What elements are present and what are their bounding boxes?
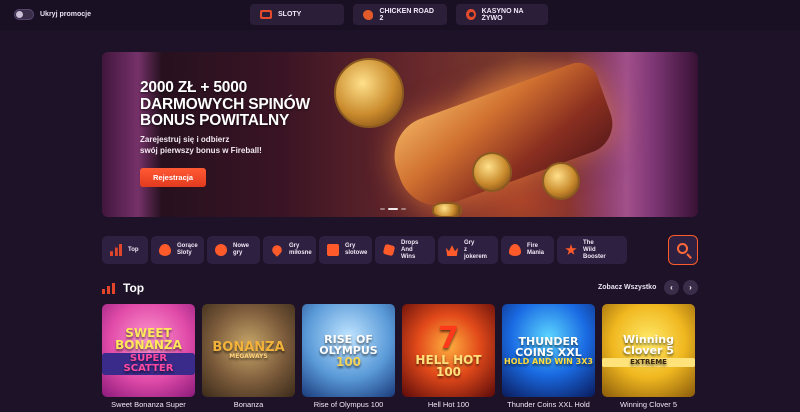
game-logo-art: BONANZA MEGAWAYS	[212, 340, 285, 360]
hero-title-line: 2000 ZŁ + 5000	[140, 79, 248, 96]
game-card[interactable]: 7 HELL HOT 100 Hell Hot 100	[402, 304, 495, 409]
hide-promotions-toggle[interactable]	[14, 9, 34, 20]
game-title[interactable]: Bonanza	[202, 400, 295, 409]
carousel-dot[interactable]	[401, 208, 406, 210]
search-icon	[677, 243, 688, 254]
crown-icon	[446, 245, 458, 256]
game-thumbnail[interactable]: 7 HELL HOT 100	[402, 304, 495, 397]
game-logo-art: SWEET BONANZA SUPER SCATTER	[102, 327, 195, 375]
carousel-prev-button[interactable]: ‹	[664, 280, 679, 295]
game-title[interactable]: Winning Clover 5	[602, 400, 695, 409]
hero-title-line: DARMOWYCH SPINÓW	[140, 95, 310, 113]
tab-slots[interactable]: SLOTY	[250, 4, 344, 25]
hero-title-line: BONUS POWITALNY	[140, 112, 290, 129]
game-logo-art: Winning Clover 5 EXTREME	[602, 334, 695, 367]
game-thumbnail[interactable]: BONANZA MEGAWAYS	[202, 304, 295, 397]
hero-text-block: 2000 ZŁ + 5000 DARMOWYCH SPINÓW BONUS PO…	[140, 79, 310, 187]
tab-chicken-road[interactable]: CHICKEN ROAD 2	[353, 4, 447, 25]
category-hot-slots[interactable]: Gorące Sloty	[151, 236, 204, 264]
category-wild-booster[interactable]: The Wild Booster	[557, 236, 627, 264]
hide-promotions-toggle-group[interactable]: Ukryj promocje	[14, 9, 91, 20]
hide-promotions-label: Ukryj promocje	[40, 11, 91, 18]
category-label: Top	[128, 246, 139, 253]
new-icon	[215, 244, 227, 256]
category-slot-games[interactable]: Gry slotowe	[319, 236, 372, 264]
hero-subtitle-line: swój pierwszy bonus w Fireball!	[140, 145, 262, 155]
category-label: Gry miłosne	[289, 243, 312, 256]
register-button[interactable]: Rejestracja	[140, 167, 206, 187]
coin-illustration	[542, 162, 580, 200]
game-thumbnail[interactable]: THUNDER COINS XXL HOLD AND WIN 3X3	[502, 304, 595, 397]
live-casino-icon	[466, 9, 476, 20]
game-card[interactable]: Winning Clover 5 EXTREME Winning Clover 5	[602, 304, 695, 409]
game-card[interactable]: SWEET BONANZA SUPER SCATTER Sweet Bonanza…	[102, 304, 195, 409]
game-title[interactable]: Thunder Coins XXL Hold	[502, 400, 595, 409]
top-section-header: Top	[102, 281, 144, 295]
section-title: Top	[123, 281, 145, 295]
category-top[interactable]: Top	[102, 236, 148, 264]
coin-illustration	[334, 58, 404, 128]
hero-title: 2000 ZŁ + 5000 DARMOWYCH SPINÓW BONUS PO…	[140, 79, 310, 130]
game-thumbnail[interactable]: SWEET BONANZA SUPER SCATTER	[102, 304, 195, 397]
game-title[interactable]: Sweet Bonanza Super	[102, 400, 195, 409]
search-button[interactable]	[668, 235, 698, 265]
chart-bars-icon	[110, 244, 122, 256]
game-card[interactable]: THUNDER COINS XXL HOLD AND WIN 3X3 Thunde…	[502, 304, 595, 409]
coin-illustration	[472, 152, 512, 192]
heart-icon	[270, 243, 284, 257]
fire-icon	[509, 244, 521, 256]
game-title[interactable]: Rise of Olympus 100	[302, 400, 395, 409]
slot-icon	[327, 244, 339, 256]
game-card[interactable]: RISE OF OLYMPUS 100 Rise of Olympus 100	[302, 304, 395, 409]
game-title[interactable]: Hell Hot 100	[402, 400, 495, 409]
carousel-dot[interactable]	[380, 208, 385, 210]
category-label: Drops And Wins	[401, 239, 419, 260]
tab-live-casino[interactable]: KASYNO NA ŻYWO	[456, 4, 548, 25]
category-label: Gry z jokerem	[464, 239, 488, 260]
carousel-next-button[interactable]: ›	[683, 280, 698, 295]
flame-icon	[159, 244, 171, 256]
category-new-games[interactable]: Nowe gry	[207, 236, 260, 264]
games-row: SWEET BONANZA SUPER SCATTER Sweet Bonanza…	[102, 304, 695, 409]
category-label: Fire Mania	[527, 243, 545, 256]
search-icon-handle	[686, 253, 692, 259]
carousel-dot-active[interactable]	[388, 208, 398, 210]
category-love-games[interactable]: Gry miłosne	[263, 236, 316, 264]
tab-live-casino-label: KASYNO NA ŻYWO	[481, 7, 524, 22]
coin-illustration	[432, 202, 462, 217]
game-thumbnail[interactable]: Winning Clover 5 EXTREME	[602, 304, 695, 397]
category-label: The Wild Booster	[583, 239, 606, 260]
category-label: Nowe gry	[233, 243, 250, 256]
chart-bars-icon	[102, 282, 116, 294]
hero-subtitle-line: Zarejestruj się i odbierz	[140, 134, 230, 144]
category-label: Gorące Sloty	[177, 243, 198, 256]
chicken-icon	[363, 9, 374, 20]
game-thumbnail[interactable]: RISE OF OLYMPUS 100	[302, 304, 395, 397]
category-drops-and-wins[interactable]: Drops And Wins	[375, 236, 435, 264]
game-card[interactable]: BONANZA MEGAWAYS Bonanza	[202, 304, 295, 409]
hero-banner[interactable]: 2000 ZŁ + 5000 DARMOWYCH SPINÓW BONUS PO…	[102, 52, 698, 217]
tab-chicken-road-label: CHICKEN ROAD 2	[379, 7, 434, 22]
star-icon	[565, 244, 577, 255]
game-logo-art: THUNDER COINS XXL HOLD AND WIN 3X3	[504, 334, 593, 366]
category-bar: Top Gorące Sloty Nowe gry Gry miłosne Gry sl…	[102, 236, 627, 264]
dice-icon	[382, 243, 396, 257]
tab-slots-label: SLOTY	[278, 11, 302, 18]
hero-subtitle: Zarejestruj się i odbierz swój pierwszy …	[140, 134, 310, 156]
carousel-dots	[380, 208, 406, 210]
category-joker-games[interactable]: Gry z jokerem	[438, 236, 498, 264]
category-fire-mania[interactable]: Fire Mania	[501, 236, 554, 264]
top-bar: Ukryj promocje SLOTY CHICKEN ROAD 2 KASY…	[0, 0, 800, 30]
see-all-link[interactable]: Zobacz Wszystko	[598, 284, 656, 291]
game-logo-art: RISE OF OLYMPUS 100	[319, 332, 378, 369]
category-label: Gry slotowe	[345, 243, 368, 256]
slot-machine-icon	[260, 10, 272, 19]
game-logo-art: 7 HELL HOT 100	[415, 320, 482, 379]
